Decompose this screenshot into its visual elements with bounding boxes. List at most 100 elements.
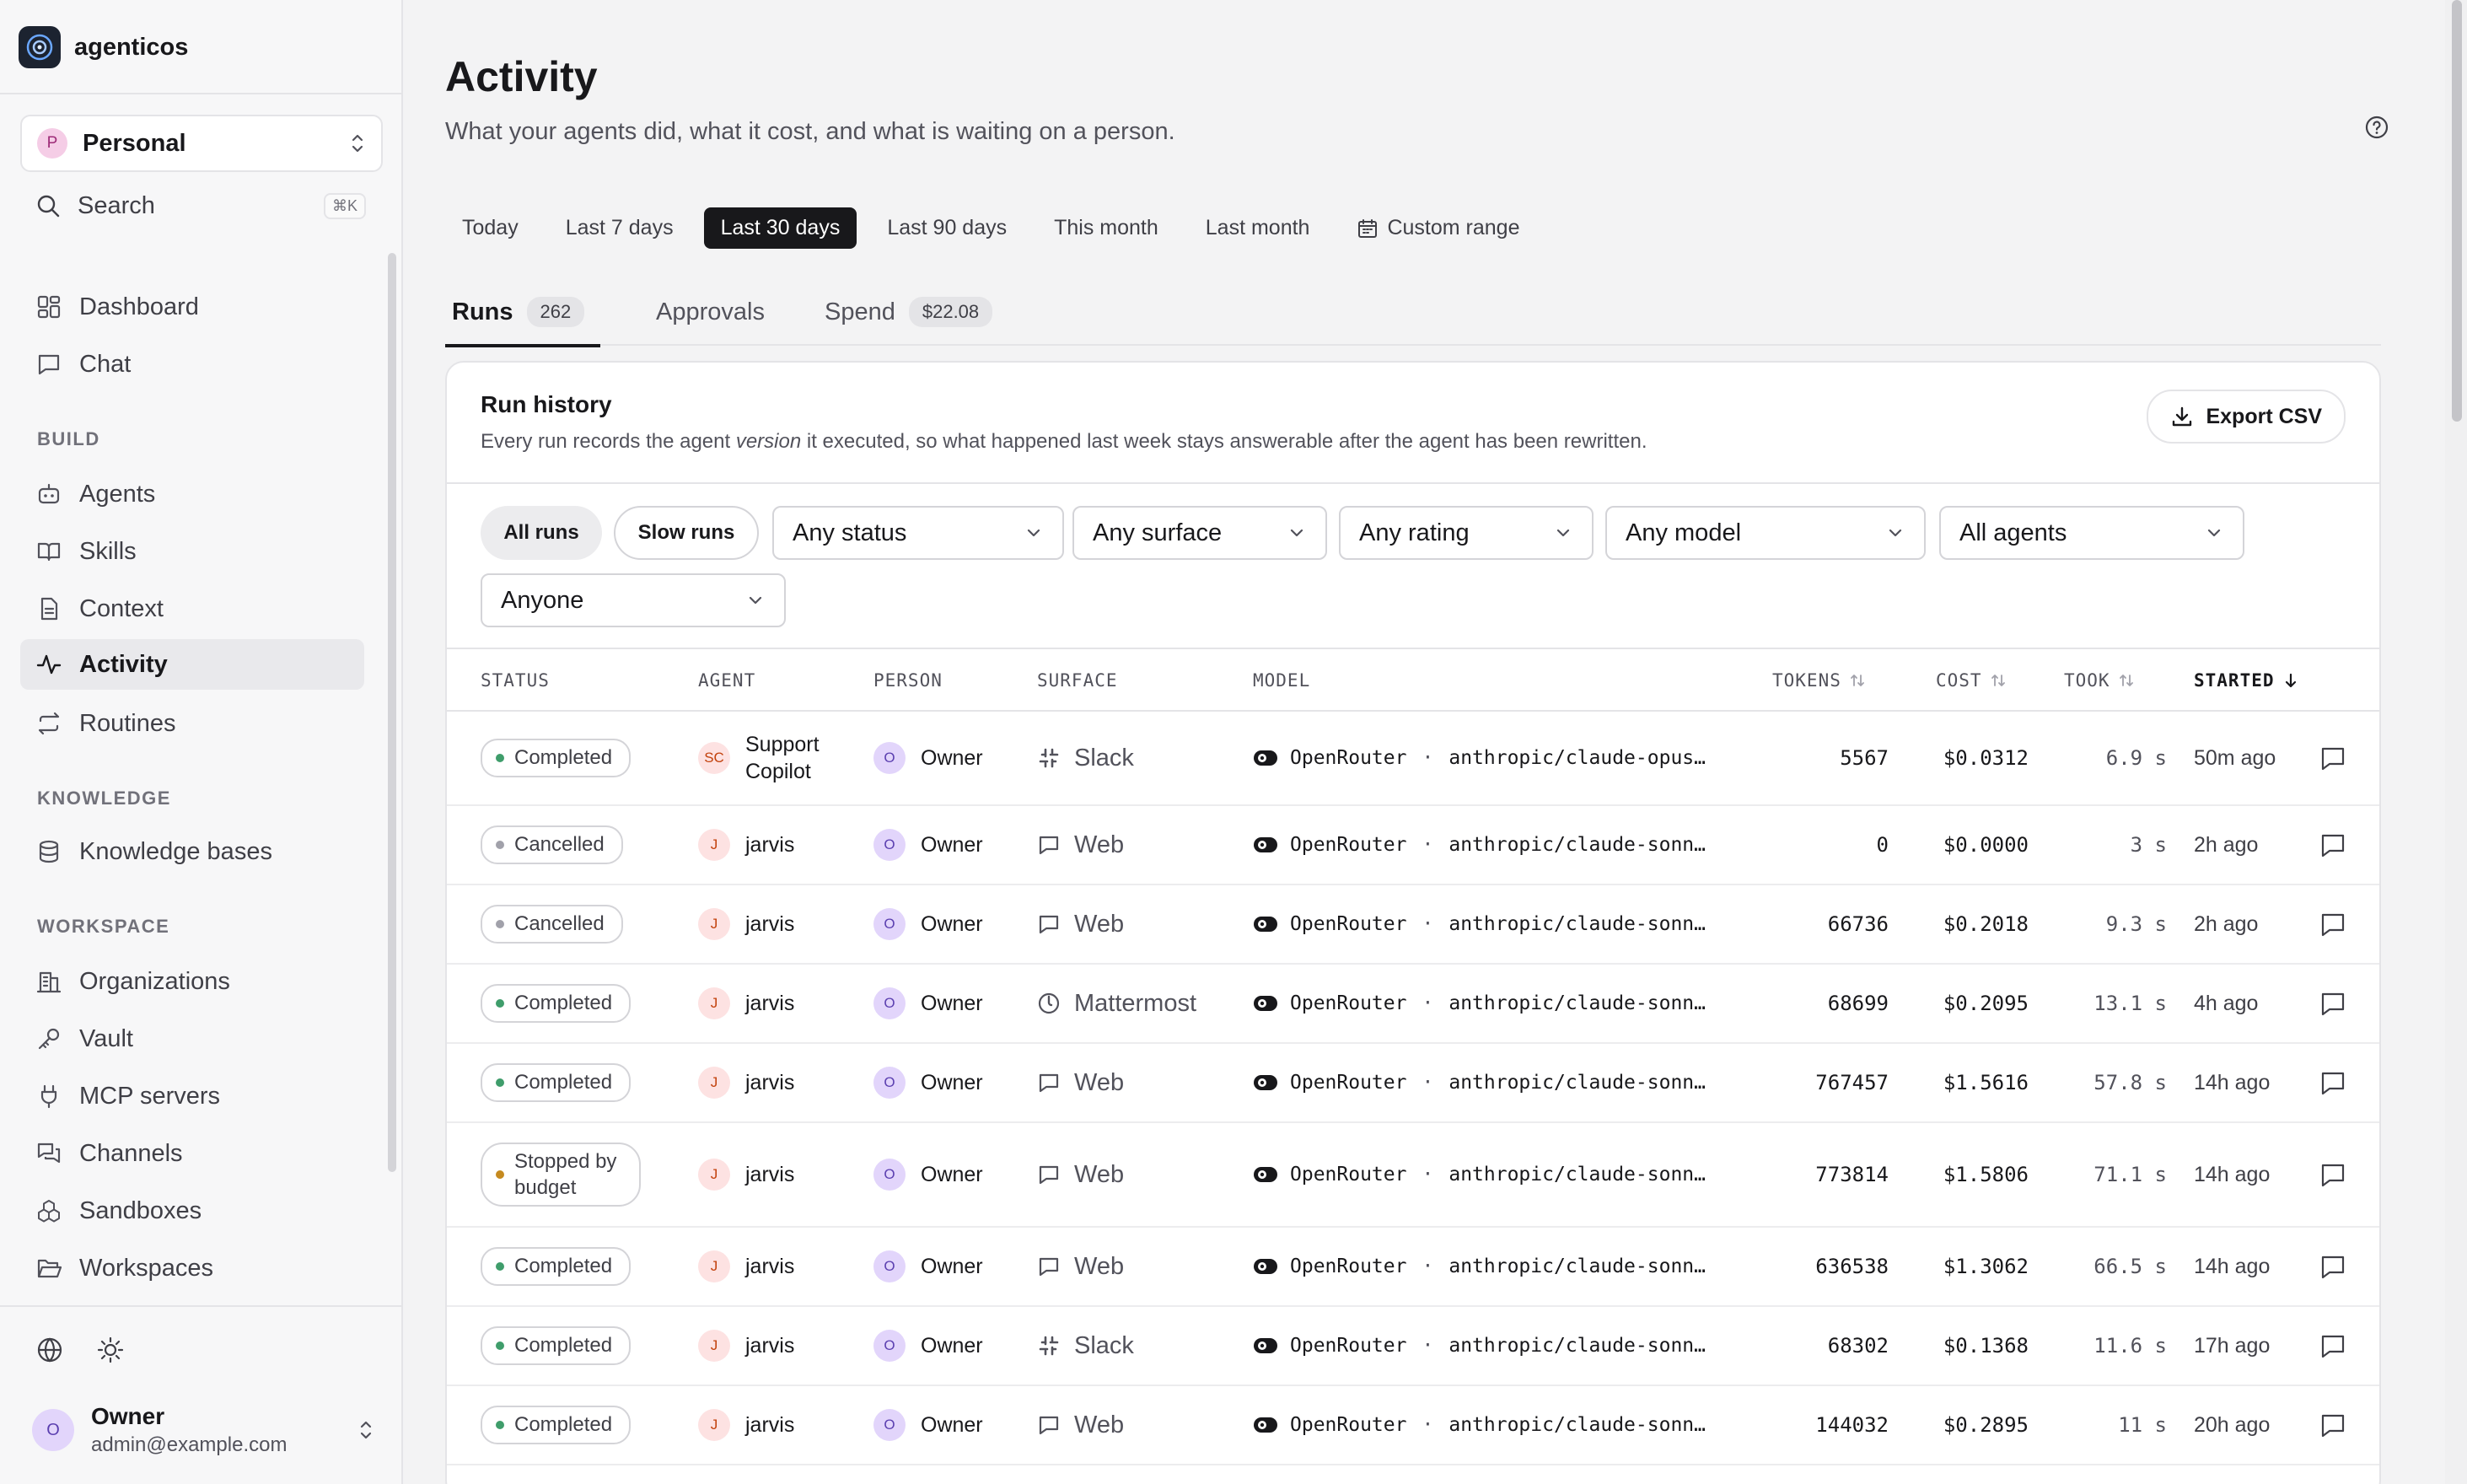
comment-icon[interactable]: [2319, 1307, 2347, 1385]
comment-icon[interactable]: [2319, 1386, 2347, 1464]
column-person[interactable]: PERSON: [873, 649, 943, 712]
sidebar-item-chat[interactable]: Chat: [20, 339, 364, 390]
status-select[interactable]: Any status: [772, 506, 1064, 560]
sidebar-item-organizations[interactable]: Organizations: [20, 956, 364, 1007]
sidebar-item-agents[interactable]: Agents: [20, 469, 364, 519]
scrollbar-thumb[interactable]: [2452, 0, 2462, 422]
column-cost[interactable]: COST: [1936, 649, 2007, 712]
filter-slow-runs[interactable]: Slow runs: [614, 506, 759, 560]
table-row[interactable]: Cancelled J jarvis O Owner Web OpenRoute…: [447, 806, 2379, 885]
model-select[interactable]: Any model: [1605, 506, 1926, 560]
table-row[interactable]: Completed J jarvis O Owner Web OpenRoute…: [447, 1228, 2379, 1307]
person-cell: O Owner: [873, 1307, 983, 1385]
status-badge: Cancelled: [481, 905, 623, 944]
comment-icon[interactable]: [2319, 885, 2347, 963]
sidebar-item-workspaces[interactable]: Workspaces: [20, 1243, 364, 1293]
calendar-icon: [1357, 218, 1379, 239]
agent-cell[interactable]: J jarvis: [698, 1044, 867, 1121]
range-last-month[interactable]: Last month: [1189, 207, 1327, 249]
range-custom[interactable]: Custom range: [1340, 207, 1536, 249]
column-model[interactable]: MODEL: [1253, 649, 1310, 712]
surface-name: Slack: [1074, 744, 1134, 772]
column-agent[interactable]: AGENT: [698, 649, 755, 712]
comment-icon[interactable]: [2319, 806, 2347, 884]
repeat-icon: [35, 710, 62, 737]
surface-cell: Web: [1037, 885, 1124, 963]
tab-runs[interactable]: Runs 262: [445, 278, 600, 347]
agent-cell[interactable]: J jarvis: [698, 806, 867, 884]
filter-all-runs[interactable]: All runs: [481, 506, 602, 560]
person-avatar: O: [873, 987, 906, 1019]
comment-icon[interactable]: [2319, 1044, 2347, 1121]
comment-icon[interactable]: [2319, 1123, 2347, 1226]
table-row[interactable]: Completed J jarvis O Owner Web OpenRoute…: [447, 1386, 2379, 1465]
sun-icon[interactable]: [96, 1336, 125, 1364]
table-row[interactable]: Stopped by budget J jarvis O Owner Web O…: [447, 1123, 2379, 1228]
sidebar-item-sandboxes[interactable]: Sandboxes: [20, 1186, 364, 1236]
person-cell: O Owner: [873, 1228, 983, 1305]
table-row[interactable]: Completed SC Support Copilot O Owner Sla…: [447, 712, 2379, 806]
rating-select[interactable]: Any rating: [1339, 506, 1594, 560]
sidebar-item-activity[interactable]: Activity: [20, 639, 364, 690]
range-today[interactable]: Today: [445, 207, 535, 249]
brand[interactable]: agenticos: [19, 24, 188, 71]
sort-icon: [1848, 671, 1867, 690]
sidebar-item-knowledge-bases[interactable]: Knowledge bases: [20, 826, 364, 877]
column-status[interactable]: STATUS: [481, 649, 550, 712]
table-row[interactable]: Completed J jarvis O Owner Web OpenRoute…: [447, 1044, 2379, 1123]
column-tokens[interactable]: TOKENS: [1772, 649, 1867, 712]
tab-approvals[interactable]: Approvals: [656, 278, 765, 346]
export-csv-button[interactable]: Export CSV: [2147, 390, 2346, 444]
comment-icon[interactable]: [2319, 1228, 2347, 1305]
column-took[interactable]: TOOK: [2064, 649, 2136, 712]
status-label: Completed: [514, 1334, 613, 1358]
cost-value: $0.2018: [1943, 912, 2029, 936]
agent-cell[interactable]: SC Support Copilot: [698, 712, 867, 804]
table-row[interactable]: Completed J jarvis O Owner Mattermost Op…: [447, 965, 2379, 1044]
sidebar-item-channels[interactable]: Channels: [20, 1128, 364, 1179]
surface-select[interactable]: Any surface: [1072, 506, 1327, 560]
sidebar-item-mcp-servers[interactable]: MCP servers: [20, 1071, 364, 1121]
agent-cell[interactable]: J jarvis: [698, 885, 867, 963]
person-select[interactable]: Anyone: [481, 573, 786, 627]
sidebar-item-context[interactable]: Context: [20, 583, 364, 634]
workspace-switcher[interactable]: P Personal: [20, 115, 383, 172]
range-last-30-days[interactable]: Last 30 days: [703, 207, 857, 249]
agent-cell[interactable]: J jarvis: [698, 1386, 867, 1464]
sidebar-item-dashboard[interactable]: Dashboard: [20, 282, 364, 332]
agent-cell[interactable]: J jarvis: [698, 1307, 867, 1385]
model-cell: OpenRouter · anthropic/claude-sonn…: [1253, 1228, 1706, 1305]
sidebar-scrollbar[interactable]: [388, 253, 396, 1172]
comment-icon[interactable]: [2319, 712, 2347, 804]
table-header: STATUS AGENT PERSON SURFACE MODEL TOKENS…: [447, 649, 2379, 712]
took-value: 13.1 s: [2093, 992, 2167, 1015]
column-started[interactable]: STARTED: [2194, 649, 2300, 712]
sidebar-item-label: MCP servers: [79, 1082, 221, 1110]
agent-cell[interactable]: J jarvis: [698, 1228, 867, 1305]
status-cell: Completed: [481, 1307, 632, 1385]
agent-cell[interactable]: J jarvis: [698, 965, 867, 1042]
sidebar-item-vault[interactable]: Vault: [20, 1014, 364, 1064]
surface-name: Web: [1074, 1411, 1125, 1438]
range-this-month[interactable]: This month: [1037, 207, 1175, 249]
search-button[interactable]: Search ⌘K: [35, 187, 366, 224]
sidebar-item-routines[interactable]: Routines: [20, 698, 364, 749]
started-value: 4h ago: [2194, 991, 2259, 1015]
help-icon[interactable]: [2364, 115, 2389, 140]
column-surface[interactable]: SURFACE: [1037, 649, 1118, 712]
range-last-90-days[interactable]: Last 90 days: [870, 207, 1024, 249]
page-scrollbar[interactable]: [2445, 0, 2467, 1484]
table-row[interactable]: Completed J jarvis O Owner Slack OpenRou…: [447, 1307, 2379, 1386]
status-dot: [496, 754, 504, 762]
comment-icon[interactable]: [2319, 965, 2347, 1042]
tab-spend[interactable]: Spend $22.08: [825, 278, 993, 346]
agents-select[interactable]: All agents: [1939, 506, 2244, 560]
globe-icon[interactable]: [35, 1336, 64, 1364]
person-avatar: O: [873, 1250, 906, 1282]
user-menu[interactable]: O Owner admin@example.com: [32, 1400, 374, 1460]
user-name: Owner: [91, 1403, 165, 1429]
sidebar-item-skills[interactable]: Skills: [20, 526, 364, 577]
table-row[interactable]: Cancelled J jarvis O Owner Web OpenRoute…: [447, 885, 2379, 965]
agent-cell[interactable]: J jarvis: [698, 1123, 867, 1226]
range-last-7-days[interactable]: Last 7 days: [549, 207, 691, 249]
